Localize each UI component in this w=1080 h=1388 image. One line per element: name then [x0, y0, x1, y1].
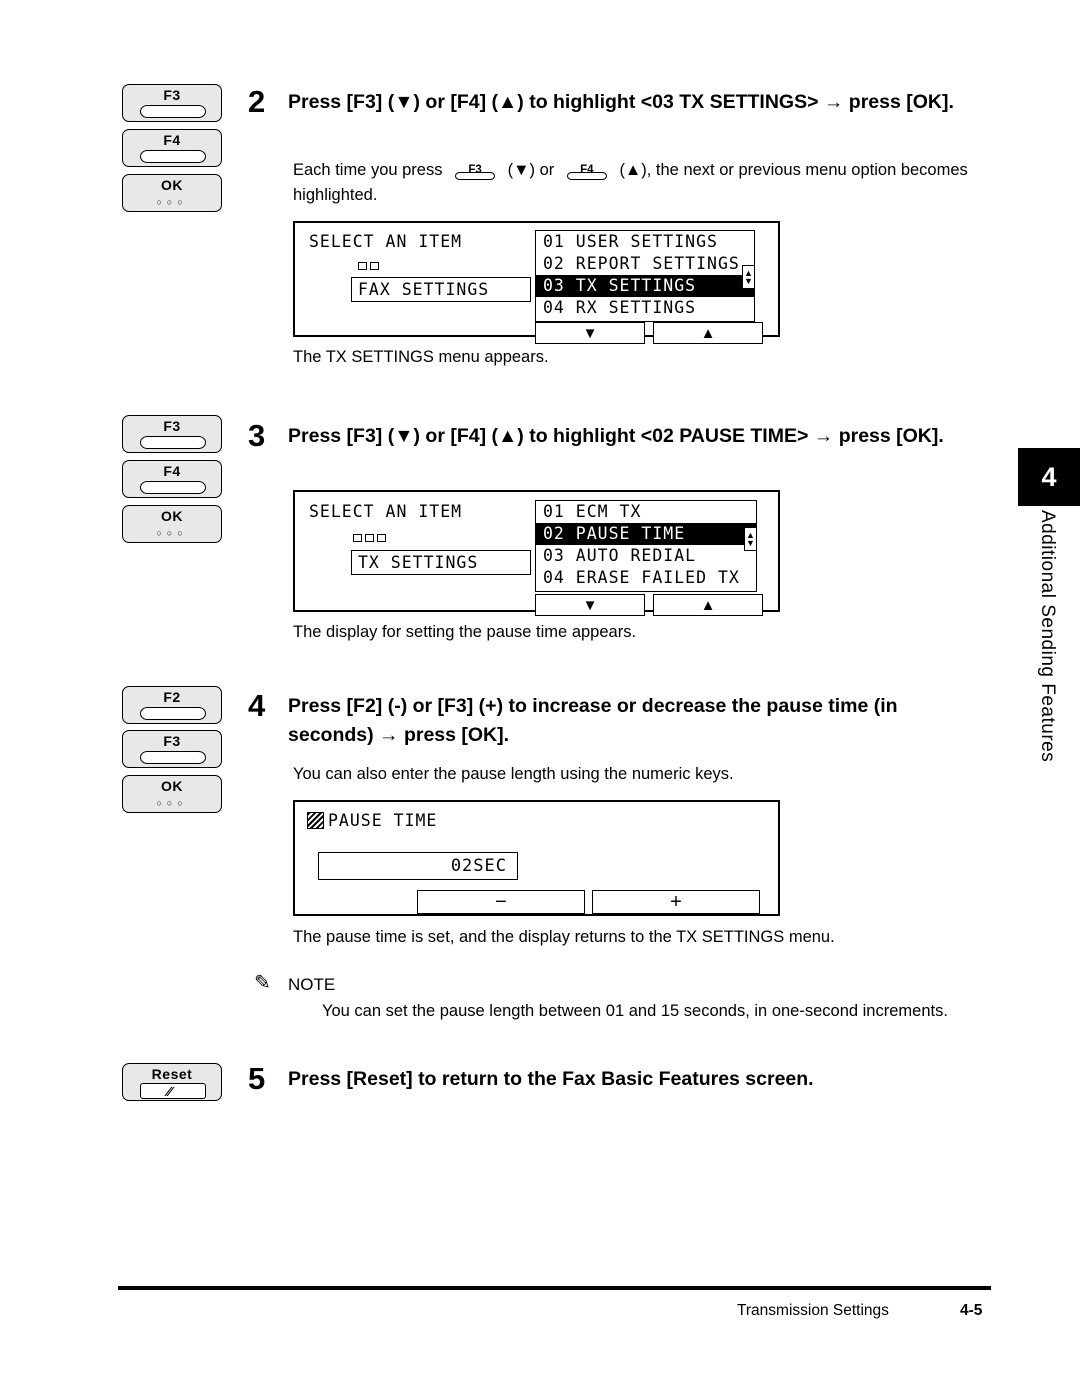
list-item[interactable]: 01 ECM TX: [536, 501, 756, 523]
intro-mid: (▼) or: [507, 161, 555, 179]
key-cap-icon: [140, 436, 206, 449]
key-label: OK: [161, 778, 183, 794]
key-cap-icon: [140, 481, 206, 494]
key-reset-step5: Reset ⁄⁄: [122, 1063, 222, 1101]
lcd-title: SELECT AN ITEM: [309, 502, 463, 521]
note-label: NOTE: [288, 975, 336, 994]
key-label: F4: [163, 463, 181, 479]
fax-icon: [307, 812, 324, 829]
key-f3-step2: F3: [122, 84, 222, 122]
key-dots-icon: ○○○: [156, 528, 188, 538]
key-f4-step2: F4: [122, 129, 222, 167]
step-number-4: 4: [248, 688, 266, 723]
key-label: F2: [163, 689, 181, 705]
key-cap-icon: [140, 751, 206, 764]
step-number-2: 2: [248, 84, 266, 119]
key-label: OK: [161, 508, 183, 524]
softkey-down[interactable]: ▼: [535, 594, 645, 616]
footer-page-number: 4-5: [960, 1302, 983, 1319]
inline-key-f4: F4: [561, 160, 613, 181]
key-label: Reset: [151, 1066, 193, 1082]
key-cap-icon: [140, 150, 206, 163]
key-label: OK: [161, 177, 183, 193]
key-f3-step3: F3: [122, 415, 222, 453]
scroll-down-icon: ▼: [746, 538, 755, 548]
step-title-3: Press [F3] (▼) or [F4] (▲) to highlight …: [288, 425, 944, 447]
lcd-menu-list: 01 ECM TX 02 PAUSE TIME 03 AUTO REDIAL 0…: [535, 500, 757, 592]
key-f2-step4: F2: [122, 686, 222, 724]
softkey-up[interactable]: ▲: [653, 322, 763, 344]
footer-rule: [118, 1286, 991, 1290]
key-label: F3: [163, 418, 181, 434]
step-title-5: Press [Reset] to return to the Fax Basic…: [288, 1068, 814, 1090]
softkey-plus[interactable]: +: [592, 890, 760, 914]
key-label: F4: [163, 132, 181, 148]
inline-key-f3: F3: [449, 160, 501, 181]
level-square: [358, 262, 367, 270]
lcd-title: PAUSE TIME: [328, 811, 438, 830]
lcd-screen-step2: SELECT AN ITEM FAX SETTINGS 01 USER SETT…: [293, 221, 780, 344]
level-square: [365, 534, 374, 542]
scroll-down-icon: ▼: [744, 276, 753, 286]
softkey-minus[interactable]: −: [417, 890, 585, 914]
softkey-down[interactable]: ▼: [535, 322, 645, 344]
list-item[interactable]: 04 RX SETTINGS: [536, 297, 754, 319]
list-item-selected[interactable]: 02 PAUSE TIME: [536, 523, 756, 545]
inline-key-cap-icon: [455, 172, 496, 180]
key-dots-icon: ○○○: [156, 197, 188, 207]
step4-body: You can also enter the pause length usin…: [293, 765, 734, 783]
level-square: [377, 534, 386, 542]
step-number-3: 3: [248, 418, 266, 453]
list-item-selected[interactable]: 03 TX SETTINGS: [536, 275, 754, 297]
step4-caption: The pause time is set, and the display r…: [293, 928, 835, 946]
list-item[interactable]: 04 ERASE FAILED TX: [536, 567, 756, 589]
key-ok-step4: OK ○○○: [122, 775, 222, 813]
lcd-context-box: TX SETTINGS: [351, 550, 531, 575]
step-title-2: Press [F3] (▼) or [F4] (▲) to highlight …: [288, 91, 954, 113]
pause-time-value: 02SEC: [318, 852, 518, 880]
step3-caption: The display for setting the pause time a…: [293, 623, 637, 641]
intro-before: Each time you press: [293, 161, 443, 179]
list-item[interactable]: 03 AUTO REDIAL: [536, 545, 756, 567]
lcd-level-indicator: [353, 534, 386, 542]
level-square: [353, 534, 362, 542]
lcd-screen-step4: PAUSE TIME 02SEC − +: [293, 800, 780, 916]
lcd-level-indicator: [358, 262, 379, 270]
lcd-menu-list: 01 USER SETTINGS 02 REPORT SETTINGS 03 T…: [535, 230, 755, 322]
lcd-title: SELECT AN ITEM: [309, 232, 463, 251]
step-number-5: 5: [248, 1061, 266, 1096]
list-item[interactable]: 01 USER SETTINGS: [536, 231, 754, 253]
list-item[interactable]: 02 REPORT SETTINGS: [536, 253, 754, 275]
key-ok-step2: OK ○○○: [122, 174, 222, 212]
footer-chapter: Transmission Settings: [737, 1302, 889, 1319]
step2-intro: Each time you press F3 (▼) or F4 (▲), th…: [293, 158, 993, 208]
note-pencil-icon: ✎: [254, 972, 271, 994]
lcd-context-box: FAX SETTINGS: [351, 277, 531, 302]
key-cap-icon: [140, 1083, 206, 1099]
note-text: You can set the pause length between 01 …: [322, 1002, 948, 1020]
step-title-4: Press [F2] (-) or [F3] (+) to increase o…: [288, 695, 898, 746]
inline-key-cap-icon: [566, 172, 607, 180]
key-f4-step3: F4: [122, 460, 222, 498]
key-ok-step3: OK ○○○: [122, 505, 222, 543]
chapter-tab-number: 4: [1018, 448, 1080, 506]
key-label: F3: [163, 87, 181, 103]
reset-slash-icon: ⁄⁄: [167, 1084, 172, 1099]
scrollbar-indicator: ▲ ▼: [742, 265, 755, 289]
key-dots-icon: ○○○: [156, 798, 188, 808]
key-cap-icon: [140, 105, 206, 118]
key-label: F3: [163, 733, 181, 749]
key-cap-icon: [140, 707, 206, 720]
chapter-tab-label: Additional Sending Features: [1037, 510, 1058, 763]
lcd-screen-step3: SELECT AN ITEM TX SETTINGS 01 ECM TX 02 …: [293, 490, 780, 616]
scrollbar-indicator: ▲ ▼: [744, 527, 757, 551]
softkey-up[interactable]: ▲: [653, 594, 763, 616]
key-f3-step4: F3: [122, 730, 222, 768]
level-square: [370, 262, 379, 270]
step2-caption: The TX SETTINGS menu appears.: [293, 348, 549, 366]
